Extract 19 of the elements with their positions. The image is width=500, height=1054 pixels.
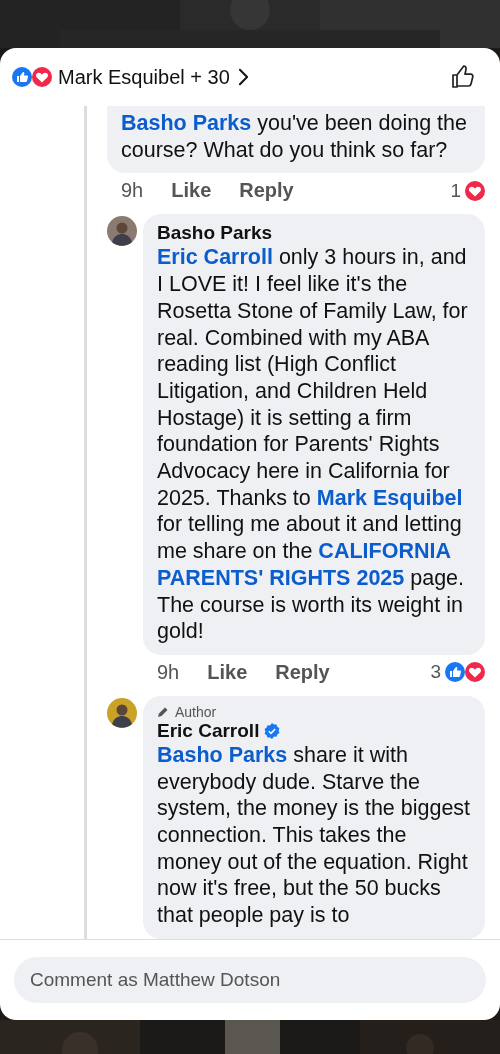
reaction-count: 1 — [450, 179, 461, 202]
like-icon[interactable] — [450, 64, 476, 90]
comment-text: Basho Parks you've been doing the course? What do you think so far? — [121, 110, 468, 164]
reactors-text[interactable]: Mark Esquibel + 30 — [58, 65, 230, 89]
timestamp: 9h — [121, 179, 144, 203]
reply-link[interactable]: Reply — [275, 660, 330, 684]
like-link[interactable]: Like — [207, 660, 248, 684]
pencil-icon — [157, 705, 169, 718]
timestamp: 9h — [157, 660, 180, 684]
like-link[interactable]: Like — [171, 179, 212, 203]
chevron-right-icon — [237, 68, 249, 86]
comment-text: Eric Carroll only 3 hours in, and I LOVE it! I feel like it's the Rosetta Stone of Family Law, for real. Combined with my ABA reading list (High Conflict Litigation, and Children Held Hostage) it is setting a firm foundation for Parents' Rights Advocacy here in California for 2025. Thanks to Mark Esquibel for telling me about it and letting me share on the CALIFORNIA PARENTS' RIGHTS 2025 page. The course is worth its weight in gold! — [157, 244, 469, 645]
comment-text: Basho Parks share it with everybody dude. Starve the system, the money is the biggest connection. This takes the money out of the equation. Right now it's free, but the 50 bucks that people pay is to — [157, 741, 471, 929]
comment-field[interactable]: Comment as Matthew Dotson — [14, 957, 486, 1003]
author-label: Author — [175, 703, 217, 720]
author-name[interactable]: Basho Parks — [157, 222, 273, 245]
author-name[interactable]: Eric Carroll — [157, 719, 260, 742]
reply-link[interactable]: Reply — [239, 179, 294, 203]
reaction-count: 3 — [430, 661, 441, 684]
